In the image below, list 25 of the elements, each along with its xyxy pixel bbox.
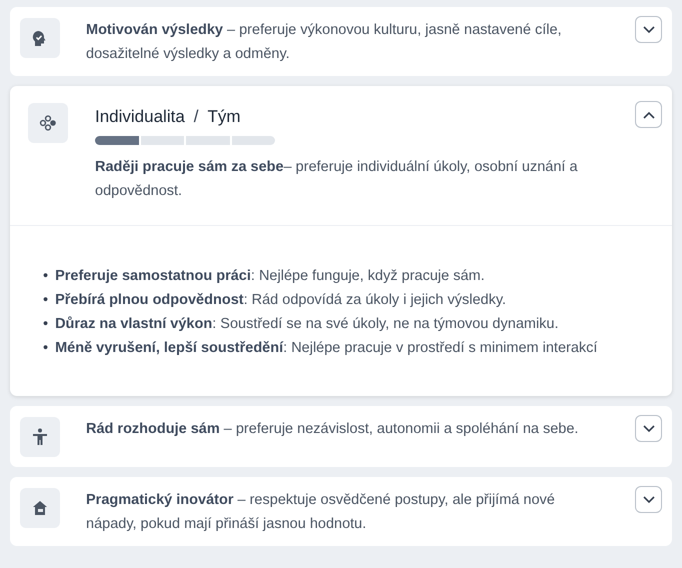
opposite-trait: Tým xyxy=(208,106,241,128)
collapse-button[interactable] xyxy=(635,101,662,128)
chevron-down-icon xyxy=(642,26,654,34)
bullet: • xyxy=(43,267,48,286)
expand-button[interactable] xyxy=(635,486,662,513)
person-icon xyxy=(30,427,50,447)
detail-item: Důraz na vlastní výkon: Soustředí se na své úkoly, ne na týmovou dynamiku. xyxy=(55,315,559,334)
trait-description: Motivován výsledky – preferuje výkonovou kulturu, jasně nastavené cíle, dosažitelné výsledky a odměny. xyxy=(86,21,563,64)
bullet: • xyxy=(43,339,48,358)
expand-button[interactable] xyxy=(635,415,662,442)
bullet: • xyxy=(43,315,48,334)
nodes-icon xyxy=(38,113,58,133)
chevron-up-icon xyxy=(642,110,654,118)
expand-button[interactable] xyxy=(635,16,662,43)
detail-item: Preferuje samostatnou práci: Nejlépe funguje, když pracuje sám. xyxy=(55,267,485,286)
bullet: • xyxy=(43,291,48,310)
chevron-down-icon xyxy=(642,424,654,432)
detail-item: Méně vyrušení, lepší soustředění: Nejlépe pracuje v prostředí s minimem interakcí xyxy=(55,339,598,358)
separator: / xyxy=(194,106,199,128)
trait-description: Raději pracuje sám za sebe– preferuje individuální úkoly, osobní uznání a odpovědnost. xyxy=(95,158,579,201)
chevron-down-icon xyxy=(642,496,654,504)
detail-item: Přebírá plnou odpovědnost: Rád odpovídá za úkoly i jejich výsledky. xyxy=(55,291,506,310)
trait-title: Individualita xyxy=(95,106,185,128)
trait-description: Pragmatický inovátor – respektuje osvědčené postupy, ale přijímá nové nápady, pokud mají přináší jasnou hodnotu. xyxy=(86,491,556,534)
trait-description: Rád rozhoduje sám – preferuje nezávislost, autonomii a spoléhání na sebe. xyxy=(86,420,580,439)
